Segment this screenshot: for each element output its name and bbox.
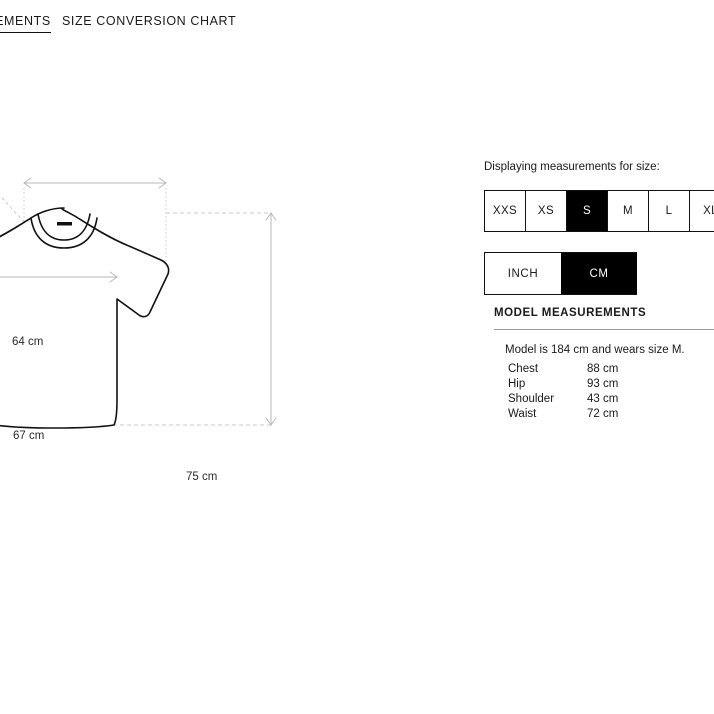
tshirt-technical-drawing-svg bbox=[0, 177, 277, 429]
measurement-label: Waist bbox=[508, 408, 537, 420]
model-measurement-row: Chest 88 cm bbox=[508, 362, 714, 377]
shoulder-width-label: 64 cm bbox=[8, 336, 48, 349]
size-options-panel: Displaying measurements for size: XXS XS… bbox=[484, 160, 714, 295]
model-measurement-row: Waist 72 cm bbox=[508, 407, 714, 422]
model-measurement-row: Hip 93 cm bbox=[508, 377, 714, 392]
size-option-m[interactable]: M bbox=[608, 191, 649, 231]
tab-size-conversion-chart[interactable]: SIZE CONVERSION CHART bbox=[62, 14, 236, 28]
size-option-xxs[interactable]: XXS bbox=[485, 191, 526, 231]
measurement-value: 88 cm bbox=[587, 363, 619, 375]
measurement-label: Chest bbox=[508, 363, 539, 375]
measurement-value: 93 cm bbox=[587, 378, 619, 390]
measurement-label: Shoulder bbox=[508, 393, 555, 405]
chest-width-label: 67 cm bbox=[9, 430, 49, 443]
model-measurements-heading: MODEL MEASUREMENTS bbox=[494, 307, 647, 319]
section-divider bbox=[494, 329, 714, 330]
model-measurements-list: Chest 88 cm Hip 93 cm Shoulder 43 cm Wai… bbox=[508, 362, 714, 422]
measurement-value: 72 cm bbox=[587, 408, 619, 420]
length-label: 75 cm bbox=[182, 471, 222, 484]
size-option-s[interactable]: S bbox=[567, 191, 608, 231]
size-option-xs[interactable]: XS bbox=[526, 191, 567, 231]
unit-option-cm[interactable]: CM bbox=[561, 253, 637, 294]
length-dimension bbox=[265, 212, 277, 426]
size-option-l[interactable]: L bbox=[649, 191, 690, 231]
model-measurement-row: Shoulder 43 cm bbox=[508, 392, 714, 407]
collar-tag-icon bbox=[57, 222, 72, 226]
tab-measurements[interactable]: MEASUREMENTS bbox=[0, 14, 51, 33]
tab-bar: MEASUREMENTS SIZE CONVERSION CHART bbox=[0, 0, 714, 36]
shoulder-width-dimension bbox=[23, 177, 167, 189]
model-intro-text: Model is 184 cm and wears size M. bbox=[505, 344, 685, 356]
model-measurements-section: MODEL MEASUREMENTS Model is 184 cm and w… bbox=[494, 306, 714, 422]
tshirt-outline bbox=[0, 207, 170, 429]
unit-toggle: INCH CM bbox=[484, 252, 637, 295]
measurement-label: Hip bbox=[508, 378, 526, 390]
size-selector: XXS XS S M L XL bbox=[484, 190, 714, 232]
unit-option-inch[interactable]: INCH bbox=[485, 253, 561, 294]
garment-diagram: 64 cm 67 cm 75 cm bbox=[0, 160, 308, 484]
size-option-xl[interactable]: XL bbox=[690, 191, 714, 231]
measurement-value: 43 cm bbox=[587, 393, 619, 405]
displaying-measurements-label: Displaying measurements for size: bbox=[484, 161, 660, 173]
